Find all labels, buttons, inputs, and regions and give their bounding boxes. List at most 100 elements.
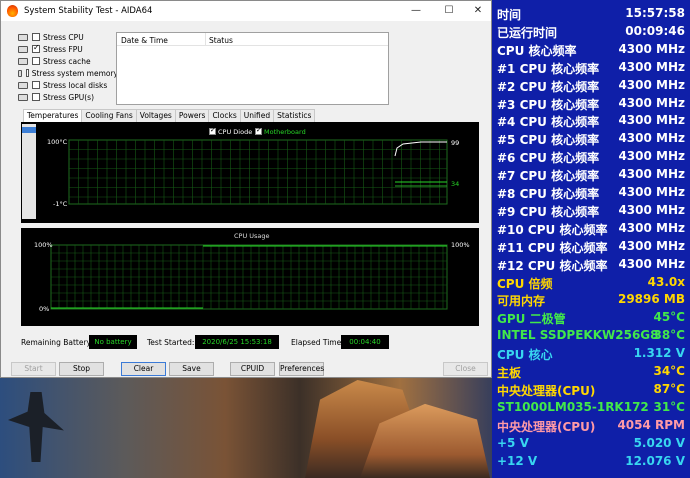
osd-value: 43.0x — [647, 274, 685, 289]
osd-label: 中央处理器(CPU) — [497, 419, 596, 434]
osd-value: 4300 MHz — [618, 256, 685, 271]
osd-value: 4300 MHz — [618, 59, 685, 74]
cpuid-button[interactable]: CPUID — [230, 362, 275, 376]
stress-checkbox[interactable] — [32, 57, 40, 65]
stress-checkbox[interactable] — [32, 93, 40, 101]
tab-unified[interactable]: Unified — [239, 109, 275, 122]
title-bar[interactable]: System Stability Test - AIDA64 — ☐ ✕ — [1, 1, 491, 21]
osd-value: 34°C — [653, 364, 685, 378]
stress-option-label[interactable]: Stress GPU(s) — [43, 93, 94, 102]
stress-option-row[interactable]: Stress system memory — [18, 67, 118, 79]
motherboard-value: 34 — [451, 180, 460, 188]
osd-label: 主板 — [497, 366, 522, 380]
close-window-button[interactable]: ✕ — [463, 1, 493, 21]
osd-value: 4300 MHz — [618, 185, 685, 199]
osd-label: 已运行时间 — [497, 25, 558, 40]
motherboard-legend-checkbox[interactable] — [255, 126, 262, 135]
preferences-button[interactable]: Preferences — [279, 362, 324, 376]
log-col-divider — [205, 33, 206, 46]
clear-button[interactable]: Clear — [121, 362, 166, 376]
tab-clocks[interactable]: Clocks — [208, 109, 241, 122]
osd-value: 4300 MHz — [618, 202, 685, 217]
osd-label: CPU 核心 — [497, 348, 553, 363]
stress-option-row[interactable]: Stress cache — [18, 55, 118, 67]
log-col-status[interactable]: Status — [209, 36, 233, 45]
tab-statistics[interactable]: Statistics — [273, 109, 316, 122]
stress-option-row[interactable]: Stress CPU — [18, 31, 118, 43]
tab-cooling-fans[interactable]: Cooling Fans — [81, 109, 137, 122]
osd-label: #12 CPU 核心频率 — [497, 258, 608, 273]
osd-row: #11 CPU 核心频率 4300 MHz — [492, 238, 690, 256]
temp-y-top-label: 100°C — [47, 138, 68, 146]
osd-label: +12 V — [497, 453, 538, 468]
tab-powers[interactable]: Powers — [174, 109, 210, 122]
osd-value: 4054 RPM — [617, 417, 685, 432]
osd-row: #1 CPU 核心频率 4300 MHz — [492, 59, 690, 77]
cpu-diode-legend-label: CPU Diode — [218, 128, 253, 136]
osd-label: CPU 倍频 — [497, 276, 553, 291]
osd-value: 15:57:58 — [625, 6, 685, 20]
osd-row: #4 CPU 核心频率 4300 MHz — [492, 112, 690, 130]
memory-icon — [18, 69, 22, 77]
log-table[interactable]: Date & Time Status — [116, 32, 389, 105]
start-button[interactable]: Start — [11, 362, 56, 376]
minimize-button[interactable]: — — [401, 1, 431, 21]
osd-label: #6 CPU 核心频率 — [497, 151, 600, 166]
osd-value: 38°C — [653, 328, 685, 343]
stress-option-label[interactable]: Stress FPU — [43, 45, 83, 54]
stress-checkbox[interactable] — [25, 69, 29, 77]
cpu-y-top-label: 100% — [34, 241, 53, 249]
aida64-stability-window: System Stability Test - AIDA64 — ☐ ✕ Str… — [0, 0, 492, 378]
tab-temperatures[interactable]: Temperatures — [23, 109, 83, 122]
stress-option-label[interactable]: Stress cache — [43, 57, 91, 66]
stop-button[interactable]: Stop — [59, 362, 104, 376]
osd-row: #8 CPU 核心频率 4300 MHz — [492, 184, 690, 202]
stress-checkbox[interactable] — [32, 43, 40, 53]
save-button[interactable]: Save — [169, 362, 214, 376]
stress-option-label[interactable]: Stress system memory — [32, 69, 118, 78]
test-started-label: Test Started: — [147, 338, 195, 347]
status-row: Remaining Battery: No battery Test Start… — [21, 335, 481, 349]
elapsed-time-label: Elapsed Time: — [291, 338, 344, 347]
stress-options: Stress CPU Stress FPU Stress cache Stress s… — [18, 31, 118, 103]
stress-checkbox[interactable] — [32, 81, 40, 89]
osd-row: 时间 15:57:58 — [492, 5, 690, 23]
osd-label: #5 CPU 核心频率 — [497, 133, 600, 148]
cpu-y-bottom-label: 0% — [39, 305, 50, 313]
osd-label: #10 CPU 核心频率 — [497, 222, 608, 237]
osd-row: INTEL SSDPEKKW256G8 38°C — [492, 327, 690, 345]
tab-voltages[interactable]: Voltages — [135, 109, 176, 122]
stress-option-row[interactable]: Stress GPU(s) — [18, 91, 118, 103]
log-col-datetime[interactable]: Date & Time — [121, 36, 168, 45]
temp-y-bottom-label: -1°C — [53, 200, 68, 208]
osd-row: +12 V 12.076 V — [492, 453, 690, 471]
osd-value: 00:09:46 — [625, 23, 685, 38]
cpu-diode-value: 99 — [451, 139, 460, 147]
osd-row: 已运行时间 00:09:46 — [492, 23, 690, 41]
temperature-graph: CPU Diode Motherboard 100°C -1°C 99 34 — [21, 122, 479, 223]
osd-row: #3 CPU 核心频率 4300 MHz — [492, 95, 690, 113]
osd-label: #7 CPU 核心频率 — [497, 169, 600, 184]
osd-value: 12.076 V — [625, 453, 685, 468]
stress-option-label[interactable]: Stress local disks — [43, 81, 107, 90]
maximize-button[interactable]: ☐ — [434, 1, 464, 21]
stress-option-row[interactable]: Stress FPU — [18, 43, 118, 55]
osd-label: INTEL SSDPEKKW256G8 — [497, 328, 659, 343]
cpu-usage-title: CPU Usage — [234, 232, 270, 240]
stress-option-label[interactable]: Stress CPU — [43, 33, 84, 42]
osd-value: 4300 MHz — [618, 220, 685, 235]
stress-checkbox[interactable] — [32, 33, 40, 41]
osd-label: CPU 核心频率 — [497, 43, 577, 58]
osd-value: 4300 MHz — [618, 131, 685, 146]
aida64-osd-panel: 时间 15:57:58 已运行时间 00:09:46 CPU 核心频率 4300 MHz #… — [492, 0, 690, 478]
gpu-icon — [18, 93, 28, 101]
osd-label: +5 V — [497, 435, 529, 450]
osd-label: GPU 二极管 — [497, 312, 566, 327]
osd-row: 中央处理器(CPU) 4054 RPM — [492, 417, 690, 435]
stress-option-row[interactable]: Stress local disks — [18, 79, 118, 91]
osd-row: #10 CPU 核心频率 4300 MHz — [492, 220, 690, 238]
graph-tabs: Temperatures Cooling Fans Voltages Powers Cl… — [23, 109, 316, 122]
close-button[interactable]: Close — [443, 362, 488, 376]
window-title: System Stability Test - AIDA64 — [24, 6, 153, 16]
cpu-diode-legend-checkbox[interactable] — [209, 126, 216, 135]
